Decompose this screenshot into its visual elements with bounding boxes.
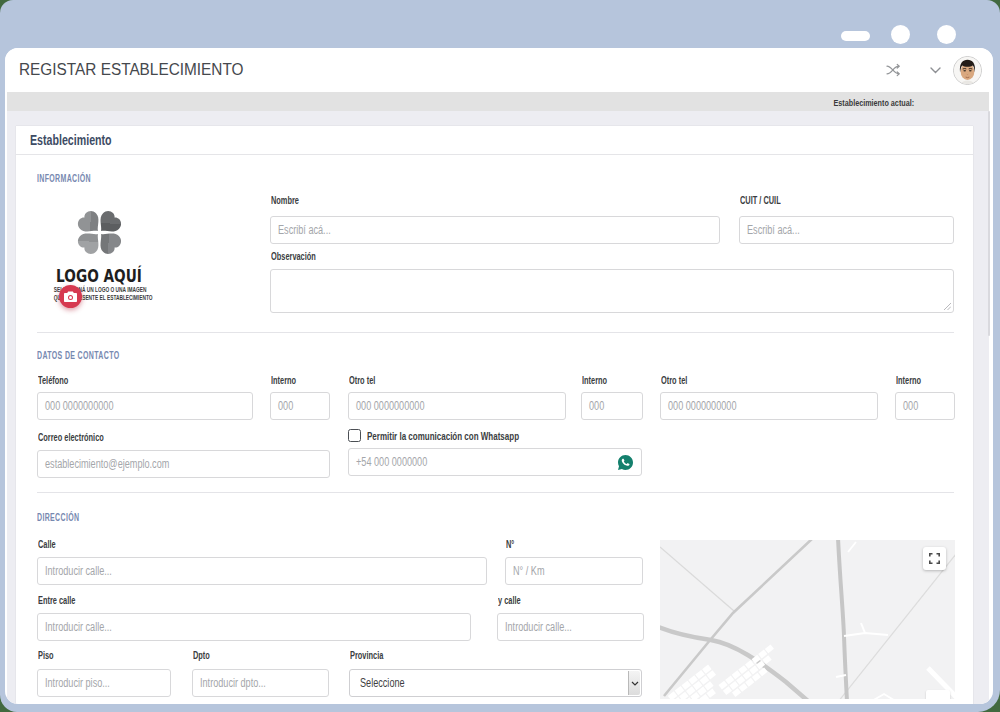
interno2-label: Interno (582, 375, 616, 386)
section-title-direccion: DIRECCIÓN (37, 512, 98, 523)
camera-icon (64, 291, 77, 302)
card-title: Establecimiento (30, 132, 112, 148)
window-control-circle-2[interactable] (937, 25, 956, 44)
nombre-input[interactable]: Escribí acá... (270, 216, 720, 244)
interno3-input[interactable]: 000 (895, 392, 955, 420)
status-bar: Establecimiento actual: (7, 92, 989, 111)
shuffle-icon[interactable] (886, 63, 902, 77)
correo-input[interactable]: establecimiento@ejemplo.com (37, 450, 330, 478)
section-divider-1 (37, 332, 954, 333)
telefono-label: Teléfono (38, 375, 79, 386)
window-controls (0, 0, 1000, 48)
ycalle-label: y calle (498, 595, 529, 606)
section-title-informacion: INFORMACIÓN (37, 173, 114, 184)
interno1-input[interactable]: 000 (270, 392, 330, 420)
section-title-contacto: DATOS DE CONTACTO (37, 350, 155, 361)
observacion-textarea[interactable] (270, 269, 954, 313)
entrecalle-label: Entre calle (38, 595, 89, 606)
scrollbar-thumb[interactable] (988, 111, 990, 336)
logo-placeholder[interactable]: LOGO AQUÍ SELECCIONÁ UN LOGO O UNA IMAGE… (38, 209, 160, 303)
whatsapp-input[interactable]: +54 000 0000000 (348, 448, 642, 476)
location-map[interactable] (660, 540, 955, 699)
card-header: Establecimiento (16, 126, 973, 155)
desktop-background: REGISTAR ESTABLECIMIENTO (0, 0, 1000, 712)
clover-logo-icon (76, 209, 123, 256)
establecimiento-card: Establecimiento INFORMACIÓN (16, 126, 973, 704)
telefono-input[interactable]: 000 0000000000 (37, 392, 253, 420)
piso-label: Piso (38, 650, 59, 661)
fullscreen-icon (929, 553, 940, 564)
provincia-label: Provincia (350, 650, 395, 661)
app-window: REGISTAR ESTABLECIMIENTO (5, 48, 993, 704)
numero-label: N° (506, 539, 517, 550)
dpto-label: Dpto (193, 650, 216, 661)
interno2-input[interactable]: 000 (581, 392, 643, 420)
page-background: Establecimiento INFORMACIÓN (7, 111, 989, 704)
section-divider-2 (37, 492, 954, 493)
piso-input[interactable]: Introducir piso... (37, 669, 171, 697)
observacion-label: Observación (271, 251, 332, 262)
otrotel1-label: Otro tel (349, 375, 385, 386)
cuit-input[interactable]: Escribí acá... (739, 216, 954, 244)
resize-grip-icon[interactable] (944, 303, 951, 310)
upload-logo-button[interactable] (59, 285, 82, 308)
otrotel2-input[interactable]: 000 0000000000 (660, 392, 878, 420)
whatsapp-checkbox[interactable] (348, 429, 361, 442)
cuit-label: CUIT / CUIL (740, 195, 795, 206)
minimize-pill-icon[interactable] (841, 31, 870, 41)
nombre-label: Nombre (271, 195, 309, 206)
provincia-select[interactable]: Seleccione (349, 669, 642, 697)
page-title: REGISTAR ESTABLECIMIENTO (19, 48, 253, 92)
map-graphic (660, 540, 955, 699)
logo-title: LOGO AQUÍ (53, 265, 146, 286)
otrotel2-label: Otro tel (661, 375, 697, 386)
dpto-input[interactable]: Introducir dpto... (192, 669, 329, 697)
map-control-partial (926, 690, 950, 699)
current-establishment-label: Establecimiento actual: (833, 96, 914, 107)
interno1-label: Interno (271, 375, 305, 386)
calle-input[interactable]: Introducir calle... (37, 557, 487, 585)
map-fullscreen-button[interactable] (923, 547, 946, 570)
correo-label: Correo electrónico (38, 432, 127, 443)
numero-input[interactable]: N° / Km (505, 557, 643, 585)
entrecalle-input[interactable]: Introducir calle... (37, 613, 471, 641)
otrotel1-input[interactable]: 000 0000000000 (348, 392, 566, 420)
whatsapp-icon (618, 455, 633, 470)
chevron-down-icon[interactable] (930, 67, 941, 74)
select-arrow-icon (628, 671, 640, 695)
ycalle-input[interactable]: Introducir calle... (497, 613, 644, 641)
interno3-label: Interno (896, 375, 930, 386)
whatsapp-checkbox-label: Permitir la comunicación con Whatsapp (367, 431, 557, 442)
titlebar: REGISTAR ESTABLECIMIENTO (5, 48, 993, 92)
window-control-circle-1[interactable] (891, 25, 910, 44)
calle-label: Calle (38, 539, 62, 550)
user-avatar[interactable] (953, 56, 982, 85)
